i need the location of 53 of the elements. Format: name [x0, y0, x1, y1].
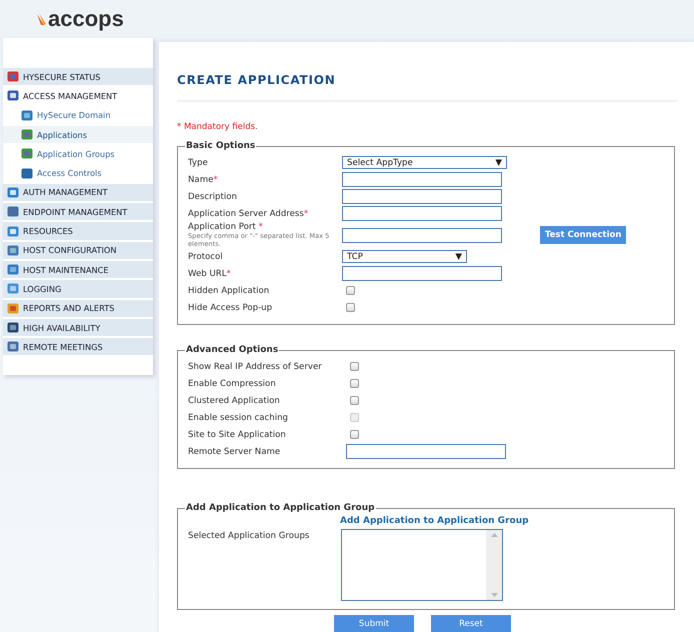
add-group-link[interactable]: Add Application to Application Group — [340, 516, 664, 526]
sidebar-item[interactable]: ENDPOINT MANAGEMENT — [3, 203, 153, 222]
section-legend: Advanced Options — [185, 345, 280, 355]
section-legend: Add Application to Application Group — [185, 503, 376, 513]
sidebar-item[interactable]: RESOURCES — [3, 222, 153, 241]
input-field[interactable] — [342, 266, 502, 281]
input-field[interactable] — [342, 172, 502, 187]
sidebar-item[interactable]: HySecure Domain — [3, 106, 153, 125]
sidebar-item[interactable]: Application Groups — [3, 145, 153, 164]
input-field[interactable] — [342, 189, 502, 204]
sidebar-item[interactable]: HOST MAINTENANCE — [3, 260, 153, 280]
sidebar-item[interactable]: REPORTS AND ALERTS — [3, 300, 153, 318]
field-label: Show Real IP Address of Server — [188, 362, 323, 372]
field-label: Hide Access Pop-up — [188, 302, 274, 312]
field-label: Enable Compression — [188, 378, 277, 388]
sidebar-item[interactable]: HOST CONFIGURATION — [3, 242, 153, 260]
checkbox[interactable] — [346, 303, 355, 312]
section-legend: Basic Options — [185, 141, 256, 151]
field-label: Selected Application Groups — [188, 530, 310, 541]
field-label: Site to Site Application — [188, 430, 287, 440]
field-label: Type — [188, 158, 209, 168]
logo: accops — [36, 6, 124, 32]
sidebar-item[interactable]: Access Controls — [3, 164, 153, 183]
checkbox[interactable] — [350, 379, 359, 388]
sidebar-item[interactable]: LOGGING — [3, 280, 153, 299]
sidebar-item[interactable]: REMOTE MEETINGS — [3, 338, 153, 356]
field-label: Clustered Application — [188, 396, 281, 406]
field-label: Application Server Address* — [188, 208, 310, 218]
sidebar-item[interactable]: HYSECURE STATUS — [3, 68, 153, 86]
dropdown[interactable]: TCP ▼ — [342, 250, 467, 263]
field-label: Hidden Application — [188, 286, 270, 296]
field-label: Remote Server Name — [188, 446, 282, 456]
list-box[interactable] — [341, 529, 503, 601]
field-label: Application Port * — [188, 222, 264, 232]
checkbox[interactable] — [346, 286, 355, 295]
sidebar-item[interactable]: AUTH MANAGEMENT — [3, 184, 153, 202]
field-label: Enable session caching — [188, 412, 289, 422]
field-label: Description — [188, 192, 238, 202]
mandatory-note: * Mandatory fields. — [177, 122, 259, 132]
dropdown[interactable]: Select AppType ▼ — [342, 156, 507, 169]
field-label: Web URL* — [188, 268, 232, 278]
sidebar-item[interactable]: Applications — [3, 126, 153, 144]
checkbox[interactable] — [350, 362, 359, 371]
checkbox[interactable] — [350, 396, 359, 405]
checkbox[interactable] — [350, 430, 359, 439]
input-field[interactable] — [342, 228, 502, 242]
page-title: CREATE APPLICATION — [177, 73, 677, 102]
field-label: Name* — [188, 174, 219, 184]
input-field[interactable] — [342, 206, 502, 221]
sidebar-item[interactable]: HIGH AVAILABILITY — [3, 318, 153, 338]
sidebar-item[interactable]: ACCESS MANAGEMENT — [3, 87, 153, 106]
input-field[interactable] — [346, 444, 506, 459]
field-label: Protocol — [188, 252, 224, 262]
